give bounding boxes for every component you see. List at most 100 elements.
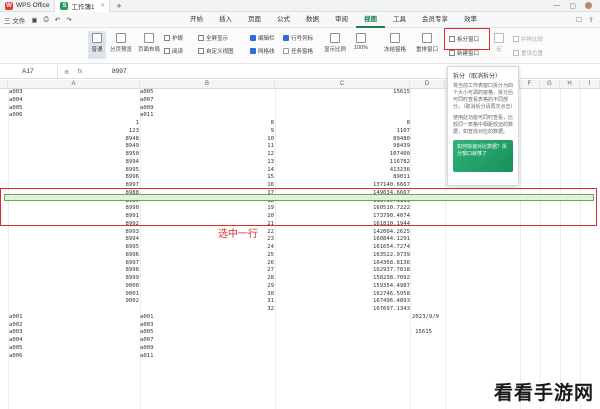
cell-c[interactable]: 167697.1343 [373,306,410,314]
page-layout-button[interactable]: 页面布局 [138,33,160,53]
cell-c[interactable]: 413236 [390,167,410,175]
cell-b[interactable]: 28 [267,275,274,283]
column-header-h[interactable]: H [560,80,580,89]
undo-icon[interactable]: ↶ [55,16,60,24]
cell-b[interactable]: a001 [140,314,153,322]
cell-c[interactable]: 142004.2625 [373,229,410,237]
zoom-100-button[interactable]: 100% [352,33,370,51]
cell-b[interactable]: a007 [140,337,153,345]
zoom-in-icon[interactable]: ⊕ [64,68,69,76]
cell-b[interactable]: 13 [267,159,274,167]
name-box[interactable]: A17 [0,64,58,79]
cell-b[interactable]: a011 [140,112,153,120]
tab-home[interactable]: 开始 [182,12,211,28]
column-header-d[interactable]: D [410,80,445,89]
cell-b[interactable]: 10 [267,136,274,144]
column-header-c[interactable]: C [275,80,410,89]
cell-b[interactable]: 23 [267,236,274,244]
tab-view[interactable]: 视图 [356,12,385,28]
cell-b[interactable]: 32 [267,306,274,314]
new-window-button[interactable]: 新建窗口 [449,49,479,57]
comment-icon[interactable]: ☐ [576,16,582,24]
cell-a[interactable]: 1 [136,120,139,128]
cell-c[interactable]: 162937.7818 [373,267,410,275]
column-header-i[interactable]: I [580,80,600,89]
cell-a[interactable]: 8999 [126,275,139,283]
cell-b[interactable]: 22 [267,229,274,237]
cell-d[interactable]: 2023/9/9 [412,314,439,322]
tab-efficiency[interactable]: 效率 [456,12,485,28]
tooltip-video-card[interactable]: 如何快速对比数据？拆分窗口就够了 [453,140,513,172]
cell-b[interactable]: 30 [267,291,274,299]
normal-view-button[interactable]: 普通 [88,31,106,59]
fullscreen-button[interactable]: 全屏显示 [198,34,228,42]
cell-b[interactable]: a007 [140,97,153,105]
tab-page[interactable]: 页面 [240,12,269,28]
cell-b[interactable]: 29 [267,283,274,291]
tab-review[interactable]: 审阅 [327,12,356,28]
cell-c[interactable]: 163522.9739 [373,252,410,260]
cell-a[interactable]: a006 [9,353,22,361]
side-by-side-button[interactable]: 并排比较 [513,35,543,43]
close-tab-icon[interactable]: × [101,2,105,9]
cell-b[interactable]: 12 [267,151,274,159]
tab-insert[interactable]: 插入 [211,12,240,28]
cell-c[interactable]: 160844.1291 [373,236,410,244]
cell-a[interactable]: 9001 [126,291,139,299]
cell-a[interactable]: a004 [9,337,22,345]
custom-view-button[interactable]: 自定义视图 [198,47,234,55]
table-row[interactable]: 8996 25 163522.9739 [0,252,600,260]
save-icon[interactable]: ▣ [31,16,37,24]
cell-b[interactable]: 31 [267,298,274,306]
macro-button[interactable]: 宏 [492,33,506,53]
eye-protect-button[interactable]: 护眼 [164,34,183,42]
table-row[interactable]: a005 a009 [0,345,600,353]
table-row[interactable]: 9001 30 162746.5958 [0,291,600,299]
column-header-a[interactable]: A [8,80,140,89]
avatar[interactable] [585,2,592,9]
column-header-g[interactable]: G [540,80,560,89]
cell-d[interactable]: 15615 [415,329,432,337]
zoom-button[interactable]: 显示比例 [324,33,346,53]
cell-b[interactable]: a009 [140,345,153,353]
table-row[interactable]: a004 a007 [0,337,600,345]
tab-formula[interactable]: 公式 [269,12,298,28]
cell-a[interactable]: 8996 [126,252,139,260]
cell-c[interactable]: 15615 [393,89,410,97]
cell-a[interactable]: a006 [9,112,22,120]
table-row[interactable]: 8997 26 164368.8136 [0,260,600,268]
cell-a[interactable]: 8950 [126,151,139,159]
table-row[interactable]: 8994 23 160844.1291 [0,236,600,244]
cell-c[interactable]: 161654.7274 [373,244,410,252]
cell-b[interactable]: a003 [140,322,153,330]
formula-input[interactable]: 8997 [108,68,126,75]
cell-c[interactable]: 107400 [390,151,410,159]
table-row[interactable]: 9000 29 159354.4987 [0,283,600,291]
table-row[interactable]: 9002 31 167496.4893 [0,298,600,306]
cell-c[interactable]: 8 [407,120,410,128]
cell-b[interactable]: a009 [140,105,153,113]
cell-c[interactable]: 1107 [397,128,410,136]
cell-c[interactable]: 116782 [390,159,410,167]
rearrange-windows-button[interactable]: 重排窗口 [414,33,440,53]
cell-b[interactable]: 9 [271,128,274,136]
cell-a[interactable]: a003 [9,89,22,97]
table-row[interactable]: a003 a005 15615 [0,329,600,337]
cell-b[interactable]: a011 [140,353,153,361]
gridlines-checkbox[interactable]: 网格线 [250,47,275,55]
cell-a[interactable]: a003 [9,329,22,337]
table-row[interactable]: a006 a011 [0,353,600,361]
app-tab[interactable]: W WPS Office [0,0,54,12]
tab-tools[interactable]: 工具 [385,12,414,28]
maximize-icon[interactable]: ▢ [569,2,576,10]
column-header-f[interactable]: F [520,80,540,89]
table-row[interactable]: 8993 22 142004.2625 [0,229,600,237]
cell-a[interactable]: 8949 [126,143,139,151]
file-menu[interactable]: 三 文件 [4,15,25,25]
cell-a[interactable]: 8995 [126,167,139,175]
show-headers-checkbox[interactable]: 行号列标 [283,34,313,42]
cell-c[interactable]: 162746.5958 [373,291,410,299]
table-row[interactable]: 8998 27 162937.7818 [0,267,600,275]
table-row[interactable]: a001 a001 2023/9/9 [0,314,600,322]
minimize-icon[interactable]: — [553,2,560,9]
